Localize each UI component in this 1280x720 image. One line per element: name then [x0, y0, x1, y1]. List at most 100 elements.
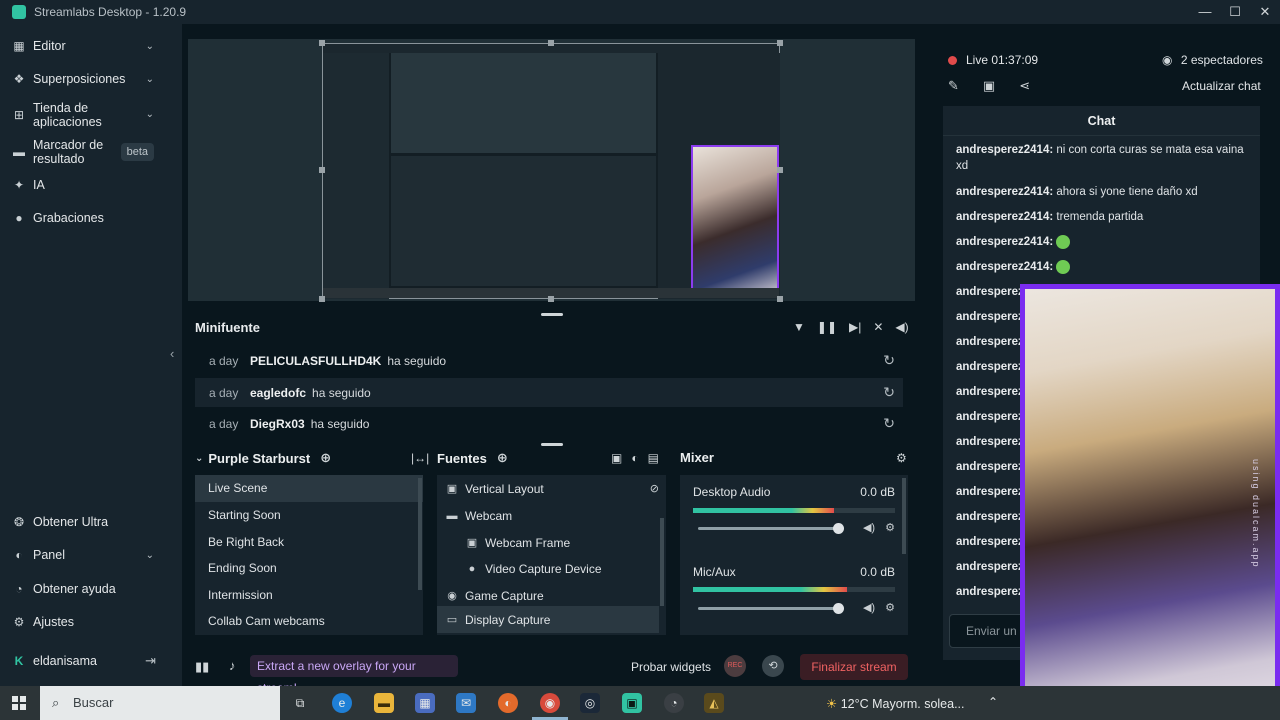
- task-view-icon[interactable]: ⧉: [290, 693, 310, 713]
- scene-transitions-icon[interactable]: |↔|: [411, 451, 429, 465]
- taskbar-search[interactable]: ⌕ Buscar: [40, 686, 280, 720]
- speaker-icon[interactable]: ◀): [863, 522, 875, 534]
- replay-buffer-icon[interactable]: ⟲: [762, 655, 784, 677]
- sidebar-item-help[interactable]: ◔ Obtener ayuda: [0, 576, 182, 602]
- resize-handle[interactable]: [319, 167, 325, 173]
- mute-notifications-icon[interactable]: ✕: [873, 320, 883, 334]
- logout-icon[interactable]: ⇥: [145, 653, 156, 669]
- add-source-icon[interactable]: ⊕: [497, 450, 508, 466]
- mixer-settings-icon[interactable]: ⚙: [896, 451, 907, 465]
- gear-icon[interactable]: ⚙: [885, 602, 895, 614]
- close-button[interactable]: ✕: [1250, 0, 1280, 24]
- obs-icon[interactable]: ◔: [664, 693, 684, 713]
- sidebar-item-get-ultra[interactable]: ❂ Obtener Ultra: [0, 509, 182, 535]
- sources-scrollbar[interactable]: [660, 518, 664, 606]
- scene-item[interactable]: Collab Cam webcams: [195, 608, 423, 635]
- visibility-icon[interactable]: ◐: [631, 451, 638, 465]
- notification-bell-icon[interactable]: ♪: [229, 658, 236, 673]
- user-profile[interactable]: K eldanisama ⇥: [0, 648, 182, 674]
- resize-handle[interactable]: [319, 40, 325, 46]
- chrome-icon[interactable]: ◉: [540, 693, 560, 713]
- resize-handle[interactable]: [548, 296, 554, 302]
- collapse-left-icon[interactable]: ‹: [170, 346, 174, 361]
- replay-icon[interactable]: ↻: [883, 415, 895, 432]
- scene-item[interactable]: Live Scene: [195, 475, 423, 502]
- scene-item[interactable]: Ending Soon: [195, 555, 423, 582]
- source-item[interactable]: ▣ Webcam Frame: [465, 529, 687, 556]
- resize-handle[interactable]: [319, 296, 325, 302]
- filter-icon[interactable]: ▼: [793, 320, 805, 334]
- store-app-icon[interactable]: ▦: [415, 693, 435, 713]
- edit-pencil-icon[interactable]: ✎: [948, 78, 959, 94]
- sidebar-item-settings[interactable]: ⚙ Ajustes: [0, 609, 182, 635]
- scene-item[interactable]: Intermission: [195, 582, 423, 609]
- display-capture-preview[interactable]: [322, 43, 780, 299]
- test-widgets-button[interactable]: Probar widgets: [631, 660, 711, 674]
- folder-add-icon[interactable]: ▤: [648, 451, 659, 465]
- maximize-button[interactable]: ☐: [1220, 0, 1250, 24]
- scene-item[interactable]: Starting Soon: [195, 502, 423, 529]
- gear-icon[interactable]: ⚙: [885, 522, 895, 534]
- overlay-tip-banner[interactable]: Extract a new overlay for your stream!: [250, 655, 458, 695]
- replay-icon[interactable]: ↻: [883, 384, 895, 401]
- sidebar-item-scoreboard[interactable]: ▬ Marcador de resultado beta: [0, 135, 182, 169]
- resize-handle[interactable]: [777, 167, 783, 173]
- league-client-icon[interactable]: ◭: [704, 693, 724, 713]
- live-time: 01:37:09: [991, 53, 1039, 67]
- slider-knob[interactable]: [833, 603, 844, 614]
- sidebar-item-editor[interactable]: ▦ Editor ⌄: [0, 33, 182, 59]
- scenes-scrollbar[interactable]: [418, 478, 422, 590]
- mixer-scrollbar[interactable]: [902, 478, 906, 554]
- resize-handle[interactable]: [777, 40, 783, 46]
- share-icon[interactable]: ⋖: [1019, 78, 1030, 94]
- feed-action: ha seguido: [387, 353, 447, 368]
- source-item[interactable]: ▭ Display Capture: [437, 606, 659, 633]
- resize-handle[interactable]: [777, 296, 783, 302]
- replay-icon[interactable]: ↻: [883, 352, 895, 369]
- store-icon[interactable]: ▣: [983, 78, 995, 94]
- performance-icon[interactable]: ▮▮: [195, 659, 209, 675]
- refresh-chat-button[interactable]: Actualizar chat: [1182, 79, 1261, 93]
- slider-knob[interactable]: [833, 523, 844, 534]
- firefox-icon[interactable]: ◐: [498, 693, 518, 713]
- minimize-button[interactable]: —: [1190, 0, 1220, 24]
- sidebar-item-ai[interactable]: ✦ IA: [0, 172, 182, 198]
- file-explorer-icon[interactable]: ▬: [374, 693, 394, 713]
- skip-icon[interactable]: ▶|: [849, 320, 861, 334]
- chat-user: andresperez: [956, 511, 1024, 523]
- weather-widget[interactable]: ☀ 12°C Mayorm. solea...: [826, 696, 965, 711]
- streamlabs-icon[interactable]: ▣: [622, 693, 642, 713]
- chevron-down-icon[interactable]: ⌄: [195, 453, 203, 464]
- scene-item[interactable]: Be Right Back: [195, 529, 423, 556]
- volume-slider[interactable]: [698, 603, 844, 614]
- source-item[interactable]: ▣ Vertical Layout ⊘: [445, 475, 667, 502]
- volume-slider[interactable]: [698, 523, 844, 534]
- tray-chevron-up-icon[interactable]: ⌃: [988, 695, 998, 709]
- end-stream-button[interactable]: Finalizar stream: [800, 654, 908, 680]
- source-item[interactable]: ● Video Capture Device: [465, 555, 687, 582]
- resize-handle[interactable]: [548, 40, 554, 46]
- sidebar-item-dashboard[interactable]: ◐ Panel ⌄: [0, 542, 182, 568]
- chevron-down-icon: ⌄: [145, 40, 154, 52]
- group-icon[interactable]: ▣: [611, 451, 622, 465]
- chat-message: andresperez2414: ni con corta curas se m…: [956, 142, 1253, 174]
- drag-handle[interactable]: [541, 313, 563, 316]
- source-item[interactable]: ▬ Webcam: [445, 502, 667, 529]
- steam-icon[interactable]: ◎: [580, 693, 600, 713]
- sidebar-item-recordings[interactable]: ● Grabaciones: [0, 205, 182, 231]
- drag-handle[interactable]: [541, 443, 563, 446]
- speaker-icon[interactable]: ◀): [863, 602, 875, 614]
- edge-icon[interactable]: e: [332, 693, 352, 713]
- scene-collection-title[interactable]: Purple Starburst: [208, 451, 310, 466]
- hidden-eye-icon[interactable]: ⊘: [650, 482, 659, 495]
- sidebar-item-overlays[interactable]: ❖ Superposiciones ⌄: [0, 66, 182, 92]
- source-item[interactable]: ◉ Game Capture: [445, 582, 667, 609]
- windows-start-icon[interactable]: [12, 696, 26, 710]
- mail-icon[interactable]: ✉: [456, 693, 476, 713]
- chat-user: andresperez: [956, 461, 1024, 473]
- sidebar-item-app-store[interactable]: ⊞ Tienda de aplicaciones ⌄: [0, 98, 182, 132]
- record-button[interactable]: REC: [724, 655, 746, 677]
- add-scene-icon[interactable]: ⊕: [320, 450, 331, 466]
- pause-icon[interactable]: ❚❚: [817, 320, 837, 334]
- volume-icon[interactable]: ◀): [895, 320, 908, 334]
